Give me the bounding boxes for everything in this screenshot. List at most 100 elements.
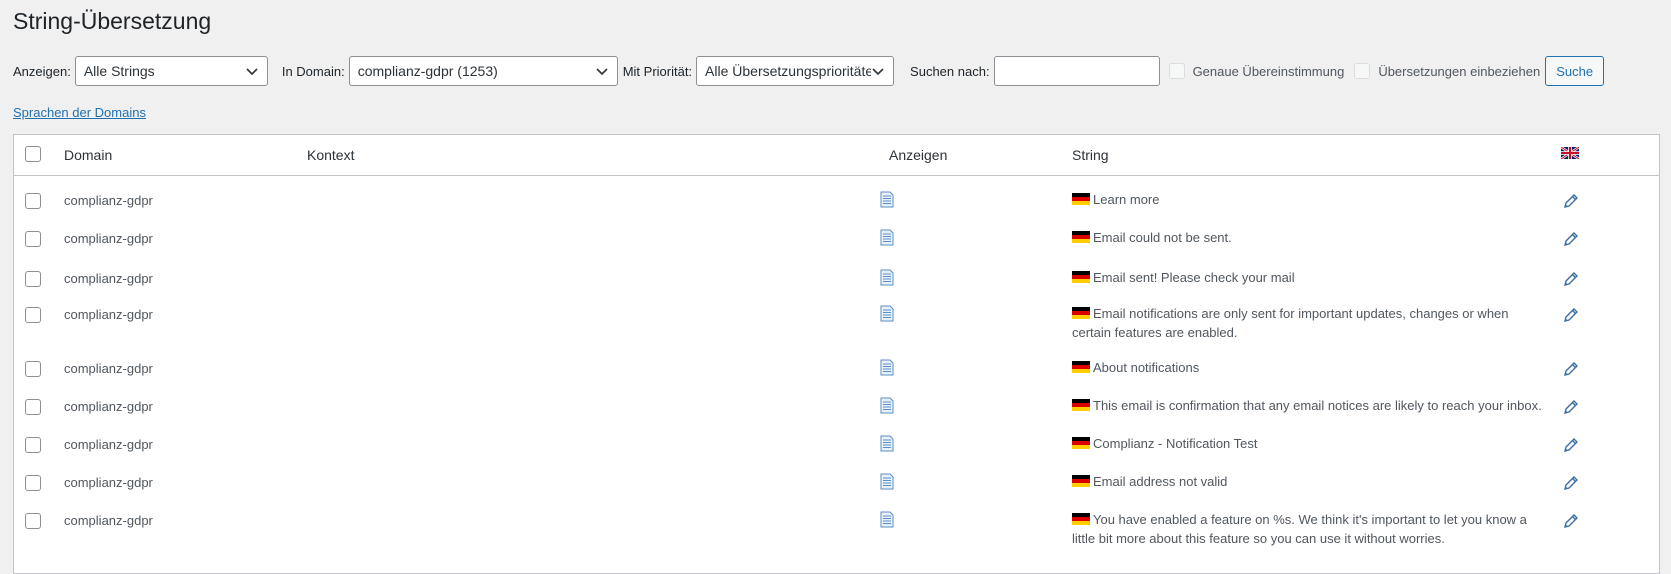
german-flag-icon [1072,475,1090,487]
document-icon [880,359,894,376]
edit-translation-button[interactable] [1562,360,1580,378]
row-string-text: Learn more [1093,192,1160,207]
row-string-text: Email could not be sent. [1093,230,1232,245]
view-link[interactable] [880,511,894,528]
pencil-icon [1564,272,1578,286]
pencil-icon [1564,438,1578,452]
domain-label: In Domain: [281,63,345,79]
document-icon [880,397,894,414]
column-context-header[interactable]: Kontext [307,147,354,163]
row-string: Email address not valid [1072,472,1548,491]
document-icon [880,269,894,286]
priority-label: Mit Priorität: [622,63,693,79]
search-input[interactable] [993,56,1160,86]
view-link[interactable] [880,397,894,414]
row-domain: complianz-gdpr [64,271,153,286]
row-string-text: About notifications [1093,360,1200,375]
view-link[interactable] [880,191,894,208]
view-link[interactable] [880,305,894,322]
german-flag-icon [1072,361,1090,373]
edit-translation-button[interactable] [1562,270,1580,288]
domain-languages-link[interactable]: Sprachen der Domains [13,105,146,120]
page-title: String-Übersetzung [13,8,212,34]
edit-translation-button[interactable] [1562,306,1580,324]
row-domain: complianz-gdpr [64,475,153,490]
exact-match-checkbox[interactable] [1168,63,1185,79]
edit-translation-button[interactable] [1562,436,1580,454]
chevron-down-icon [872,68,884,76]
filter-bar: Anzeigen: Alle Strings In Domain: compli… [13,56,1605,86]
row-string: About notifications [1072,358,1548,377]
german-flag-icon [1072,437,1090,449]
chevron-down-icon [596,68,608,76]
row-string-text: This email is confirmation that any emai… [1093,398,1542,413]
search-button[interactable]: Suche [1545,56,1605,86]
document-icon [880,473,894,490]
row-string: Email sent! Please check your mail [1072,268,1548,287]
chevron-down-icon [246,68,258,76]
row-checkbox[interactable] [25,399,41,415]
table-row: complianz-gdpr Learn more [14,183,1659,221]
row-string-text: Complianz - Notification Test [1093,436,1258,451]
select-all-checkbox[interactable] [25,146,41,162]
view-link[interactable] [880,229,894,246]
priority-select-value: Alle Übersetzungsprioritäten [705,63,872,79]
view-link[interactable] [880,473,894,490]
table-row: complianz-gdpr This email is confirmatio… [14,389,1659,427]
pencil-icon [1564,400,1578,414]
show-label: Anzeigen: [13,63,71,79]
row-checkbox[interactable] [25,193,41,209]
pencil-icon [1564,362,1578,376]
edit-translation-button[interactable] [1562,398,1580,416]
view-link[interactable] [880,435,894,452]
row-string: Email notifications are only sent for im… [1072,304,1548,342]
edit-translation-button[interactable] [1562,512,1580,530]
column-string-header[interactable]: String [1072,147,1109,163]
edit-translation-button[interactable] [1562,474,1580,492]
row-domain: complianz-gdpr [64,193,153,208]
row-domain: complianz-gdpr [64,231,153,246]
view-link[interactable] [880,269,894,286]
table-row: complianz-gdpr Email sent! Please check … [14,261,1659,297]
row-domain: complianz-gdpr [64,361,153,376]
edit-translation-button[interactable] [1562,230,1580,248]
row-checkbox[interactable] [25,361,41,377]
include-translations-checkbox[interactable] [1354,63,1371,79]
column-view-header: Anzeigen [889,147,948,163]
row-string: This email is confirmation that any emai… [1072,396,1548,415]
row-checkbox[interactable] [25,437,41,453]
row-string: Email could not be sent. [1072,228,1548,247]
row-string: You have enabled a feature on %s. We thi… [1072,510,1548,548]
pencil-icon [1564,514,1578,528]
row-checkbox[interactable] [25,513,41,529]
row-string-text: Email address not valid [1093,474,1228,489]
uk-flag-icon [1561,147,1579,159]
row-checkbox[interactable] [25,475,41,491]
german-flag-icon [1072,307,1090,319]
domain-select[interactable]: complianz-gdpr (1253) [348,56,618,86]
view-link[interactable] [880,359,894,376]
row-checkbox[interactable] [25,231,41,247]
priority-select[interactable]: Alle Übersetzungsprioritäten [696,56,895,86]
exact-match-label: Genaue Übereinstimmung [1192,63,1345,79]
search-label: Suchen nach: [910,63,990,79]
domain-select-value: complianz-gdpr (1253) [357,63,498,79]
german-flag-icon [1072,513,1090,525]
show-select-value: Alle Strings [83,63,155,79]
row-string: Complianz - Notification Test [1072,434,1548,453]
include-translations-label: Übersetzungen einbeziehen [1378,63,1541,79]
german-flag-icon [1072,271,1090,283]
table-row: complianz-gdpr About notifications [14,351,1659,389]
column-domain-header[interactable]: Domain [64,147,112,163]
edit-translation-button[interactable] [1562,192,1580,210]
german-flag-icon [1072,231,1090,243]
row-domain: complianz-gdpr [64,307,153,322]
row-domain: complianz-gdpr [64,513,153,528]
show-select[interactable]: Alle Strings [74,56,268,86]
row-checkbox[interactable] [25,307,41,323]
pencil-icon [1564,308,1578,322]
table-row: complianz-gdpr Email could not be sent. [14,221,1659,261]
pencil-icon [1564,232,1578,246]
row-checkbox[interactable] [25,271,41,287]
table-row: complianz-gdpr You have enabled a featur… [14,503,1659,558]
